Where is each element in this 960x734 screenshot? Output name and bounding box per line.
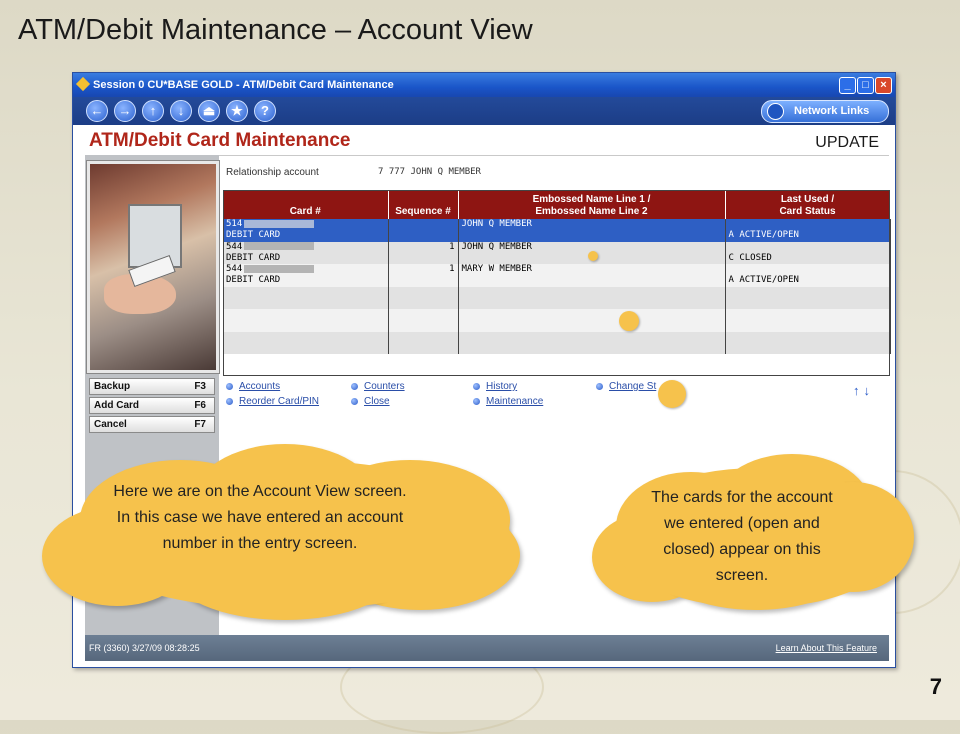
header-line: Last Used / [780,194,835,205]
status-cell: C CLOSED [725,241,891,264]
history-link[interactable]: History [472,381,517,392]
card-cell: 544 DEBIT CARD [223,264,389,287]
fkey-shortcut: F6 [194,400,206,411]
callout-right-text: The cards for the account we entered (op… [651,489,833,584]
callout-right: The cards for the account we entered (op… [592,454,916,614]
down-icon[interactable]: ↓ [170,100,192,122]
header-line: Embossed Name Line 2 [535,206,648,217]
empty-row [223,286,891,309]
fkey-label: Add Card [94,400,139,411]
name-cell: MARY W MEMBER [458,264,726,287]
masked-digits [244,264,315,273]
card-type: DEBIT CARD [226,275,281,285]
function-keys: Backup F3 Add Card F6 Cancel F7 [89,378,215,435]
column-header-sequence[interactable]: Sequence # [388,190,459,219]
change-status-link[interactable]: Change St [595,381,656,392]
card-status: A ACTIVE/OPEN [728,230,799,240]
atm-photo [87,161,219,373]
toolbar: ← → ↑ ↓ ⏏ ★ ? Network Links [73,97,895,125]
card-number: 514 [226,219,243,229]
help-icon[interactable]: ? [254,100,276,122]
learn-about-feature-link[interactable]: Learn About This Feature [776,635,877,661]
window-title: Session 0 CU*BASE GOLD - ATM/Debit Card … [93,79,394,91]
mode-indicator: UPDATE [815,134,879,151]
empty-row [223,331,891,354]
card-status: C CLOSED [728,252,772,263]
status-bar: FR (3360) 3/27/09 08:28:25 Learn About T… [85,635,889,661]
window-titlebar: Session 0 CU*BASE GOLD - ATM/Debit Card … [73,73,895,97]
relationship-label: Relationship account [226,167,319,178]
cards-table: Card # Sequence # Embossed Name Line 1 /… [223,190,891,354]
network-links-label: Network Links [794,105,870,117]
eject-icon[interactable]: ⏏ [198,100,220,122]
card-number: 544 [226,241,243,252]
action-links: Accounts Reorder Card/PIN Counters Close… [225,381,865,415]
close-window-button[interactable]: × [875,77,892,94]
column-header-status[interactable]: Last Used / Card Status [725,190,891,219]
callout-dot [588,251,598,261]
card-number: 544 [226,264,243,274]
screen-header: ATM/Debit Card Maintenance UPDATE [85,125,889,156]
empty-row [223,309,891,332]
table-row[interactable]: 544 DEBIT CARD 1 JOHN Q MEMBER C CLOSED [223,241,891,264]
close-link[interactable]: Close [351,396,390,407]
favorites-star-icon[interactable]: ★ [226,100,248,122]
column-header-embossed-name[interactable]: Embossed Name Line 1 / Embossed Name Lin… [458,190,726,219]
callout-dot [619,311,639,331]
accounts-link[interactable]: Accounts [225,381,280,392]
forward-icon[interactable]: → [114,100,136,122]
screen-title: ATM/Debit Card Maintenance [89,130,351,151]
status-cell: A ACTIVE/OPEN [725,264,891,287]
callout-left: Here we are on the Account View screen. … [30,440,530,620]
masked-digits [244,219,315,228]
callout-dot [658,380,686,408]
slide-number: 7 [929,674,942,699]
fkey-shortcut: F3 [194,381,206,392]
card-type: DEBIT CARD [226,252,281,263]
relationship-value: 7 777 JOHN Q MEMBER [378,167,481,177]
maximize-button[interactable]: □ [857,77,874,94]
fkey-label: Cancel [94,419,127,430]
card-status: A ACTIVE/OPEN [728,275,799,285]
status-cell: A ACTIVE/OPEN [725,219,891,242]
sequence-cell: 1 [388,241,459,264]
up-icon[interactable]: ↑ [142,100,164,122]
slide-title: ATM/Debit Maintenance – Account View [18,14,533,46]
column-header-card[interactable]: Card # [223,190,389,219]
card-cell: 514 DEBIT CARD [223,219,389,242]
callout-left-text: Here we are on the Account View screen. … [113,483,407,552]
backup-button[interactable]: Backup F3 [89,378,215,395]
fkey-shortcut: F7 [194,419,206,430]
table-row[interactable]: 544 DEBIT CARD 1 MARY W MEMBER A ACTIVE/O… [223,264,891,287]
name-cell: JOHN Q MEMBER [458,219,726,242]
sequence-cell [388,219,459,242]
card-cell: 544 DEBIT CARD [223,241,389,264]
cancel-button[interactable]: Cancel F7 [89,416,215,433]
app-icon [75,76,91,92]
header-line: Embossed Name Line 1 / [532,194,651,205]
maintenance-link[interactable]: Maintenance [472,396,543,407]
scroll-arrows-icon[interactable]: ↑↓ [853,383,874,398]
fkey-label: Backup [94,381,131,392]
status-session-info: FR (3360) 3/27/09 08:28:25 [89,643,200,653]
header-line: Card Status [779,206,836,217]
masked-digits [244,242,315,250]
sequence-cell: 1 [388,264,459,287]
minimize-button[interactable]: _ [839,77,856,94]
back-icon[interactable]: ← [86,100,108,122]
card-type: DEBIT CARD [226,230,281,240]
add-card-button[interactable]: Add Card F6 [89,397,215,414]
table-row[interactable]: 514 DEBIT CARD JOHN Q MEMBER A ACTIVE/OPE… [223,219,891,242]
globe-icon [767,103,784,120]
network-links-button[interactable]: Network Links [761,100,889,123]
reorder-card-pin-link[interactable]: Reorder Card/PIN [225,396,319,407]
counters-link[interactable]: Counters [351,381,405,392]
